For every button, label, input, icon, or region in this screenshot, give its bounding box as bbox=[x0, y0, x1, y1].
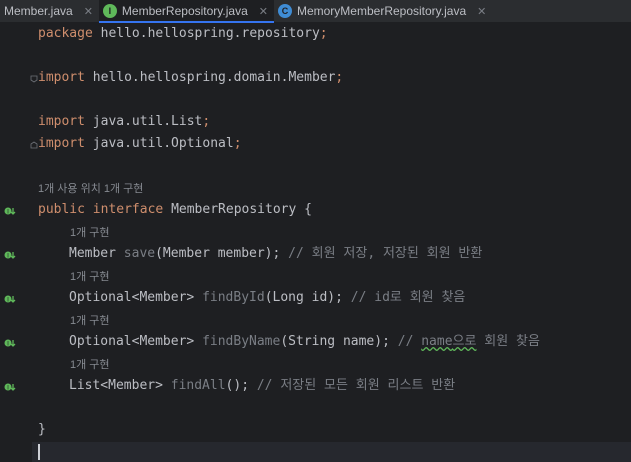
close-icon[interactable]: ✕ bbox=[84, 5, 93, 18]
tab-member-java[interactable]: Member.java ✕ bbox=[0, 0, 99, 22]
editor-tab-bar: Member.java ✕ I MemberRepository.java ✕ … bbox=[0, 0, 631, 23]
method-params: (String name); bbox=[280, 334, 398, 349]
code-line-close-brace: } bbox=[38, 422, 46, 437]
keyword: import bbox=[38, 114, 85, 129]
return-type: Optional<Member> bbox=[69, 290, 203, 305]
close-icon[interactable]: ✕ bbox=[259, 5, 268, 18]
svg-text:I: I bbox=[7, 385, 9, 392]
implemented-gutter-icon[interactable]: I bbox=[4, 249, 16, 261]
comment: // id로 회원 찾음 bbox=[350, 290, 466, 305]
implemented-gutter-icon[interactable]: I bbox=[4, 337, 16, 349]
typo-word[interactable]: name bbox=[421, 334, 452, 349]
usages-inlay-hint[interactable]: 1개 사용 위치 1개 구현 bbox=[38, 181, 143, 197]
semicolon: ; bbox=[233, 136, 242, 151]
fold-icon[interactable] bbox=[30, 141, 38, 149]
implementations-inlay-hint[interactable]: 1개 구현 bbox=[70, 225, 110, 241]
return-type: Optional<Member> bbox=[69, 334, 203, 349]
svg-text:I: I bbox=[7, 297, 9, 304]
code-area[interactable]: package hello.hellospring.repository; im… bbox=[38, 23, 631, 459]
semicolon: ; bbox=[202, 114, 211, 129]
comment: // 회원 저장, 저장된 회원 반환 bbox=[288, 246, 483, 261]
svg-text:I: I bbox=[7, 209, 9, 216]
tab-memory-member-repository-java[interactable]: C MemoryMemberRepository.java ✕ bbox=[274, 0, 492, 22]
close-icon[interactable]: ✕ bbox=[477, 5, 486, 18]
implementations-inlay-hint[interactable]: 1개 구현 bbox=[70, 357, 110, 373]
method-name: findById bbox=[202, 290, 265, 305]
code-line-import-member: import hello.hellospring.domain.Member; bbox=[38, 68, 343, 88]
import-path: java.util.Optional bbox=[84, 136, 234, 151]
keyword: public bbox=[38, 202, 85, 217]
code-line-interface: public interface MemberRepository { bbox=[38, 200, 312, 220]
code-editor[interactable]: I I I I I package hello.hellospring.repo… bbox=[0, 23, 631, 462]
svg-text:I: I bbox=[7, 253, 9, 260]
code-line-find-all: List<Member> findAll(); // 저장된 모든 회원 리스트… bbox=[69, 376, 455, 396]
keyword: import bbox=[38, 136, 85, 151]
comment: // bbox=[397, 334, 422, 349]
method-name: save bbox=[123, 246, 156, 261]
import-path: hello.hellospring.domain.Member bbox=[84, 70, 336, 85]
tab-member-repository-java[interactable]: I MemberRepository.java ✕ bbox=[98, 0, 275, 23]
implementations-inlay-hint[interactable]: 1개 구현 bbox=[70, 269, 110, 285]
implemented-gutter-icon[interactable]: I bbox=[4, 381, 16, 393]
comment: // 저장된 모든 회원 리스트 반환 bbox=[256, 378, 456, 393]
class-file-icon: C bbox=[277, 4, 292, 18]
code-line-find-by-name: Optional<Member> findByName(String name)… bbox=[69, 332, 540, 352]
code-line-import-optional: import java.util.Optional; bbox=[38, 134, 242, 154]
keyword: package bbox=[38, 26, 93, 41]
semicolon: ; bbox=[319, 26, 328, 41]
method-params: (Long id); bbox=[264, 290, 351, 305]
fold-icon[interactable] bbox=[30, 75, 38, 83]
code-line-save: Member save(Member member); // 회원 저장, 저장… bbox=[69, 244, 482, 264]
import-path: java.util.List bbox=[84, 114, 203, 129]
method-params: (); bbox=[225, 378, 257, 393]
implemented-gutter-icon[interactable]: I bbox=[4, 293, 16, 305]
typo-word[interactable]: 으로 bbox=[453, 334, 477, 349]
tab-label: MemoryMemberRepository.java bbox=[296, 4, 467, 18]
keyword: import bbox=[38, 70, 85, 85]
return-type: List<Member> bbox=[69, 378, 171, 393]
package-name: hello.hellospring.repository bbox=[92, 26, 320, 41]
editor-gutter: I I I I I bbox=[0, 23, 32, 459]
tab-label: Member.java bbox=[4, 4, 73, 18]
code-line-find-by-id: Optional<Member> findById(Long id); // i… bbox=[69, 288, 465, 308]
comment: 회원 찾음 bbox=[476, 334, 540, 349]
implemented-gutter-icon[interactable]: I bbox=[4, 205, 16, 217]
interface-file-icon: I bbox=[102, 4, 117, 18]
implementations-inlay-hint[interactable]: 1개 구현 bbox=[70, 313, 110, 329]
keyword: interface bbox=[92, 202, 164, 217]
text-caret bbox=[38, 444, 40, 460]
code-line-import-list: import java.util.List; bbox=[38, 112, 210, 132]
method-name: findAll bbox=[170, 378, 226, 393]
tab-label: MemberRepository.java bbox=[121, 4, 248, 18]
svg-text:I: I bbox=[7, 341, 9, 348]
method-params: (Member member); bbox=[155, 246, 289, 261]
code-line-package: package hello.hellospring.repository; bbox=[38, 24, 328, 44]
return-type: Member bbox=[69, 246, 124, 261]
method-name: findByName bbox=[202, 334, 281, 349]
semicolon: ; bbox=[335, 70, 344, 85]
interface-name: MemberRepository { bbox=[163, 202, 312, 217]
